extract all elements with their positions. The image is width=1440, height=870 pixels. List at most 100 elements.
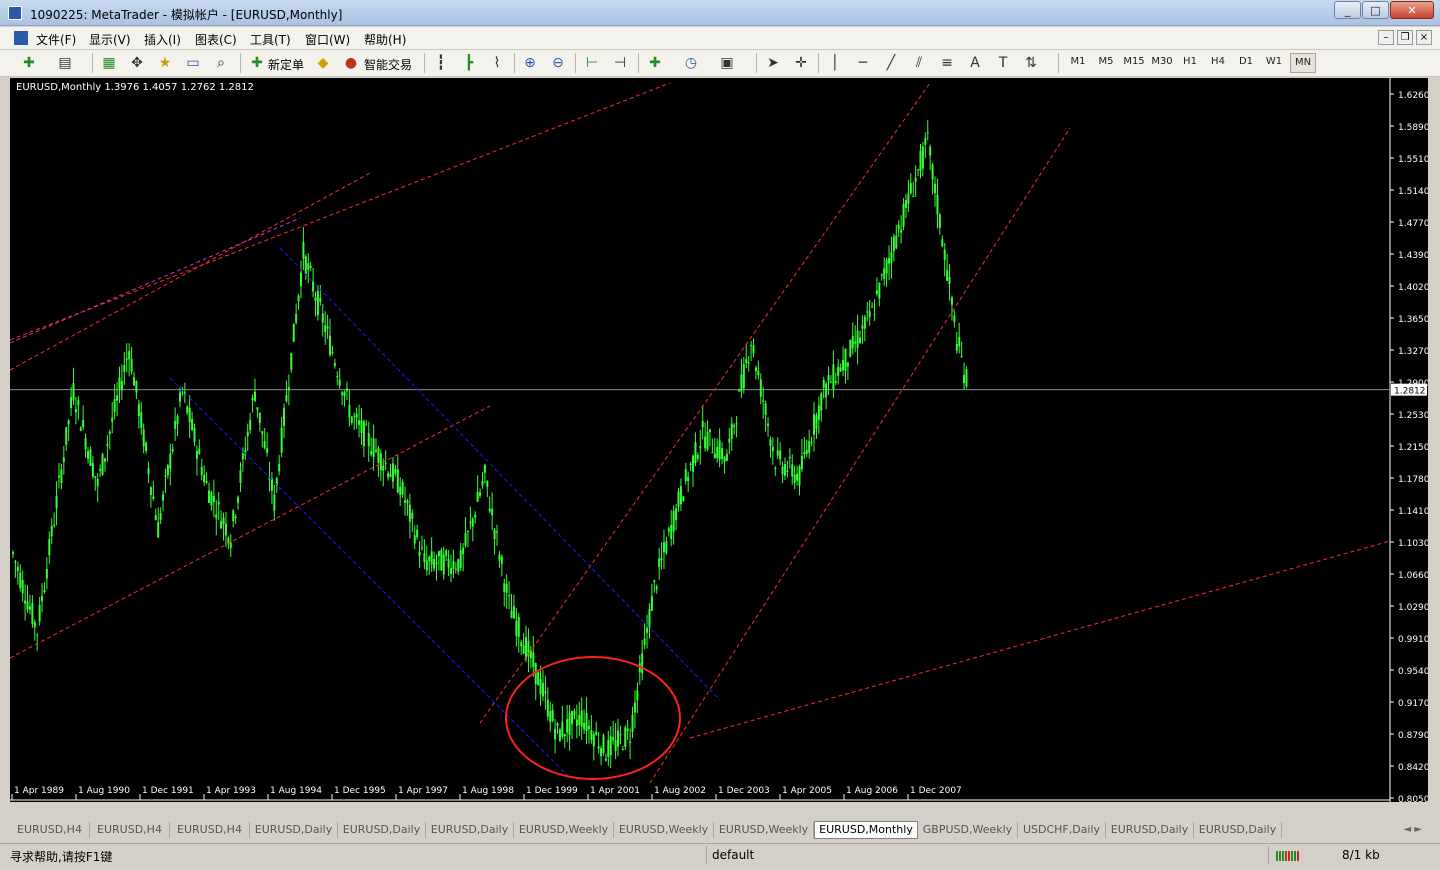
candle-body: [900, 229, 903, 233]
close-button[interactable]: ✕: [1390, 1, 1434, 19]
maximize-button[interactable]: □: [1362, 1, 1389, 19]
candle-body: [585, 712, 588, 732]
timeframe-w1[interactable]: W1: [1262, 56, 1286, 67]
menu-help[interactable]: 帮助(H): [364, 31, 406, 48]
arrows-icon[interactable]: ⇅: [1022, 54, 1040, 72]
timeframe-h4[interactable]: H4: [1206, 56, 1230, 67]
chart-tab[interactable]: EURUSD,Daily: [1106, 822, 1194, 838]
chart-shift-icon[interactable]: ⊣: [611, 54, 629, 72]
timeframe-h1[interactable]: H1: [1178, 56, 1202, 67]
expert-advisors-button[interactable]: 智能交易: [364, 56, 412, 73]
candle-body: [810, 442, 813, 444]
chart-canvas[interactable]: 1.6260 1.5890 1.5510 1.5140 1.4770 1.4390 1.40…: [10, 78, 1428, 802]
favorites-icon[interactable]: ★: [156, 54, 174, 72]
chart-tab[interactable]: EURUSD,Daily: [338, 822, 426, 838]
menu-view[interactable]: 显示(V): [89, 31, 131, 48]
new-order-button[interactable]: 新定单: [268, 56, 304, 73]
vertical-line-icon[interactable]: │: [826, 54, 844, 72]
chart-tab[interactable]: EURUSD,Daily: [1194, 822, 1282, 838]
price-tick-label: 0.9170: [1398, 699, 1428, 709]
chart-tab[interactable]: EURUSD,H4: [170, 822, 250, 838]
chart-tab[interactable]: EURUSD,H4: [10, 822, 90, 838]
auto-scroll-icon[interactable]: ⊢: [583, 54, 601, 72]
timeframe-d1[interactable]: D1: [1234, 56, 1258, 67]
candle-body: [411, 512, 414, 520]
candle-body: [963, 374, 966, 383]
chart-restore-button[interactable]: ❐: [1397, 30, 1413, 45]
trendline-icon[interactable]: ╱: [882, 54, 900, 72]
timeframe-m15[interactable]: M15: [1122, 56, 1146, 67]
menu-window[interactable]: 窗口(W): [305, 31, 350, 48]
timeframe-m30[interactable]: M30: [1150, 56, 1174, 67]
candle-body: [563, 733, 566, 737]
menu-charts[interactable]: 图表(C): [195, 31, 237, 48]
candle-body: [914, 177, 917, 182]
candle-body: [798, 466, 801, 486]
cursor-icon[interactable]: ➤: [764, 54, 782, 72]
menu-tools[interactable]: 工具(T): [250, 31, 291, 48]
candle-body: [941, 239, 944, 247]
tab-scroll-arrows[interactable]: ◄ ►: [1403, 824, 1422, 835]
periods-icon[interactable]: ◷: [682, 54, 700, 72]
chart-minimize-button[interactable]: –: [1378, 30, 1394, 45]
menu-file[interactable]: 文件(F): [36, 31, 76, 48]
chart-close-button[interactable]: ×: [1416, 30, 1432, 45]
alert-icon[interactable]: ◆: [314, 54, 332, 72]
indicators-icon[interactable]: ✚: [646, 54, 664, 72]
text-label-icon[interactable]: T: [994, 54, 1012, 72]
chart-tab[interactable]: EURUSD,H4: [90, 822, 170, 838]
candle-body: [875, 290, 878, 294]
candle-body: [319, 298, 322, 303]
candle-body: [699, 446, 702, 449]
crosshair-icon[interactable]: ✛: [792, 54, 810, 72]
bar-chart-icon[interactable]: ┇: [432, 54, 450, 72]
new-order-icon[interactable]: ✚: [248, 54, 266, 72]
candle-body: [43, 589, 46, 593]
candle-body: [241, 453, 244, 460]
chart-tab[interactable]: EURUSD,Daily: [250, 822, 338, 838]
timeframe-m1[interactable]: M1: [1066, 56, 1090, 67]
new-chart-icon[interactable]: ✚: [20, 54, 38, 72]
price-chart[interactable]: 1.6260 1.5890 1.5510 1.5140 1.4770 1.4390 1.40…: [10, 78, 1428, 802]
candle-body: [960, 356, 963, 358]
templates-icon[interactable]: ▣: [718, 54, 736, 72]
candlestick-icon[interactable]: ┣: [460, 54, 478, 72]
equidistant-channel-icon[interactable]: ⫽: [910, 54, 928, 72]
menu-insert[interactable]: 插入(I): [144, 31, 181, 48]
strategy-tester-icon[interactable]: ⌕: [212, 54, 230, 72]
app-icon: [8, 6, 22, 20]
candle-body: [617, 730, 619, 747]
candle-body: [793, 474, 796, 483]
timeframe-m5[interactable]: M5: [1094, 56, 1118, 67]
minimize-button[interactable]: _: [1334, 1, 1361, 19]
profiles-icon[interactable]: ▤: [56, 54, 74, 72]
market-watch-icon[interactable]: ▦: [100, 54, 118, 72]
text-icon[interactable]: A: [966, 54, 984, 72]
terminal-icon[interactable]: ▭: [184, 54, 202, 72]
candle-body: [648, 609, 651, 628]
navigator-icon[interactable]: ✥: [128, 54, 146, 72]
horizontal-line-icon[interactable]: ─: [854, 54, 872, 72]
chart-tab[interactable]: GBPUSD,Weekly: [918, 822, 1018, 838]
fibonacci-icon[interactable]: ≡: [938, 54, 956, 72]
candle-body: [822, 379, 825, 388]
candle-body: [200, 467, 203, 475]
chart-tab[interactable]: EURUSD,Weekly: [614, 822, 714, 838]
chart-tab[interactable]: EURUSD,Monthly: [814, 821, 918, 839]
zoom-out-icon[interactable]: ⊖: [549, 54, 567, 72]
chart-tab[interactable]: USDCHF,Daily: [1018, 822, 1106, 838]
line-chart-icon[interactable]: ⌇: [488, 54, 506, 72]
chart-tab[interactable]: EURUSD,Weekly: [714, 822, 814, 838]
timeframe-mn[interactable]: MN: [1290, 53, 1316, 73]
chart-window-icon[interactable]: [14, 31, 28, 45]
zoom-in-icon[interactable]: ⊕: [521, 54, 539, 72]
candle-body: [689, 463, 692, 466]
chart-tab[interactable]: EURUSD,Weekly: [514, 822, 614, 838]
candle-body: [379, 453, 382, 471]
candle-body: [754, 367, 757, 372]
candle-body: [953, 315, 956, 322]
chart-tab[interactable]: EURUSD,Daily: [426, 822, 514, 838]
candle-body: [943, 249, 946, 261]
candle-body: [934, 183, 937, 194]
expert-icon[interactable]: ●: [342, 54, 360, 72]
